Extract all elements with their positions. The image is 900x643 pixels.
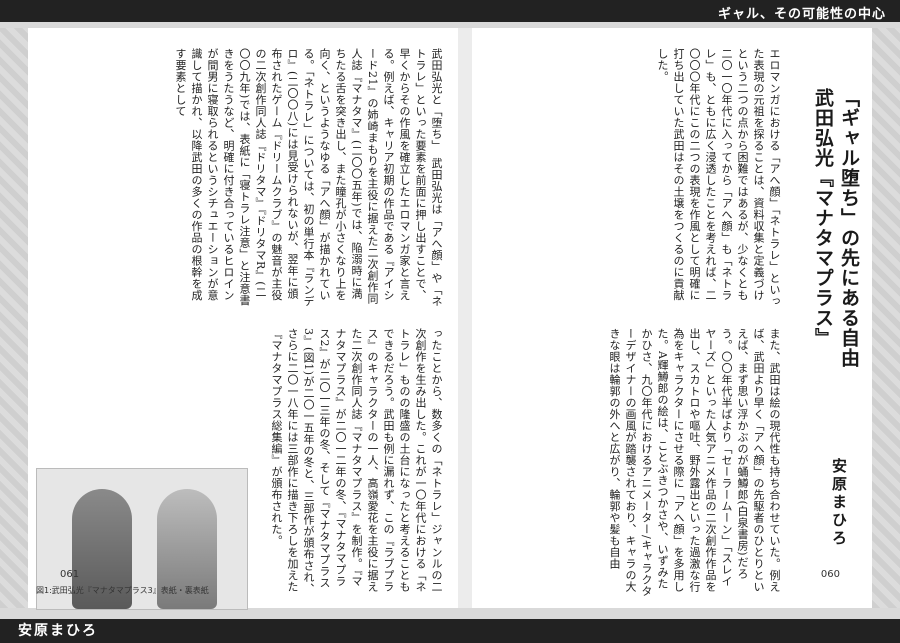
page-number-right: 060	[820, 569, 840, 580]
book-spread: ギャル、その可能性の中心 「ギャル堕ち」の先にある自由 武田弘光『マナタマプラス…	[0, 0, 900, 643]
footer-bar: 安原まひろ	[0, 619, 900, 643]
article-title: 「ギャル堕ち」の先にある自由 武田弘光『マナタマプラス』	[812, 88, 860, 388]
section-title: ギャル、その可能性の中心	[717, 7, 886, 22]
right-page: 「ギャル堕ち」の先にある自由 武田弘光『マナタマプラス』 安原まひろ エロマンガ…	[472, 28, 872, 608]
header-bar: ギャル、その可能性の中心	[0, 0, 900, 22]
body-text-left-top: 武田弘光と「堕ち」 武田弘光は「アへ顔」や「ネトラレ」といった要素を前面に押し出…	[174, 48, 443, 307]
body-text-left-bottom: ったことから、数多くの「ネトラレ」ジャンルの二次創作を生み出した。これが一〇年代…	[270, 328, 443, 595]
right-edge-illustration	[872, 28, 900, 608]
left-page: 武田弘光と「堕ち」 武田弘光は「アへ顔」や「ネトラレ」といった要素を前面に押し出…	[28, 28, 458, 610]
footer-author: 安原まひろ	[18, 623, 98, 639]
body-text-right-top: エロマンガにおける「アへ顔」「ネトラレ」といった表現の元祖を探ることは、資料収集…	[656, 48, 781, 307]
body-text-right-bottom: また、武田は絵の現代性も持ち合わせていた。例えば、武田より早く「アへ顔」の先駆者…	[608, 328, 781, 597]
figure-caption: 図1:武田弘光『マナタマプラス3』表紙・裏表紙	[36, 586, 209, 595]
article-author: 安原まひろ	[830, 458, 848, 548]
left-edge-illustration	[0, 28, 28, 608]
page-number-left: 061	[60, 569, 80, 580]
page-gutter	[458, 28, 472, 608]
